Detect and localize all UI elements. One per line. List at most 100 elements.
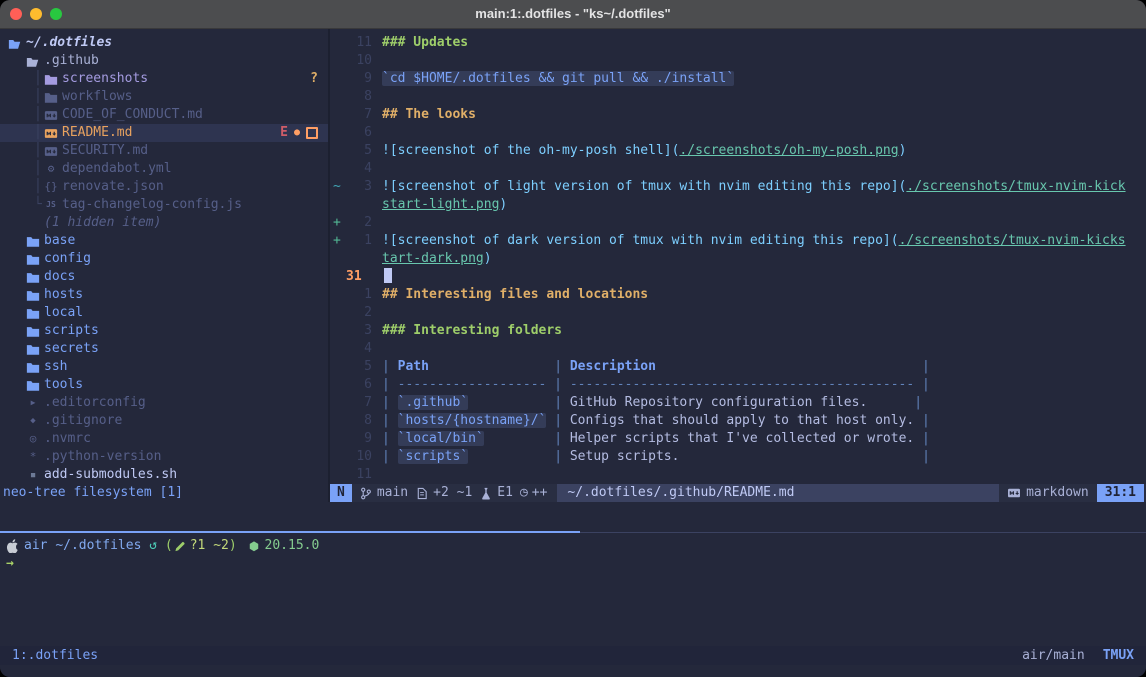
node-version: 20.15.0 [265,537,320,555]
folder-icon [26,271,40,284]
neo-tree-panel[interactable]: ~/.dotfiles .github │screenshots? │workf… [0,29,328,502]
editor-line[interactable]: ~3![screenshot of light version of tmux … [330,178,1146,196]
tree-item-tag-changelog[interactable]: └JStag-changelog-config.js [0,196,328,214]
nvim-statusline: N main +2 ~1 E1 ◷++ ~/.dotfiles/.github/… [330,484,1146,502]
editor-buffer[interactable]: 11### Updates 10 9`cd $HOME/.dotfiles &&… [330,29,1146,502]
tree-item-hosts[interactable]: hosts [0,286,328,304]
folder-icon [26,343,40,356]
table-cell: Configs that should apply to that host o… [570,413,914,428]
tree-item-gitignore[interactable]: ◆.gitignore [0,412,328,430]
markdown-link: ./screenshots/oh-my-posh.png [679,143,898,158]
current-line-number: 31 [344,268,384,286]
editor-line[interactable]: 1## Interesting files and locations [330,286,1146,304]
diagnostic-count: E1 [497,484,513,502]
editor-line[interactable]: 10 [330,52,1146,70]
git-diff-stats: +2 ~1 [433,484,472,502]
json-braces-icon: {} [44,178,58,196]
tree-item-docs[interactable]: docs [0,268,328,286]
editor-line[interactable]: +2 [330,214,1146,232]
editor-line[interactable]: 7## The looks [330,106,1146,124]
editor-line-wrap[interactable]: tart-dark.png) [330,250,1146,268]
folder-icon [26,379,40,392]
editor-line[interactable]: 7| `.github` | GitHub Repository configu… [330,394,1146,412]
editor-line[interactable]: 4 [330,340,1146,358]
editor-line-wrap[interactable]: start-light.png) [330,196,1146,214]
tree-item-scripts[interactable]: scripts [0,322,328,340]
heading3-text: ### Interesting folders [382,323,562,338]
editor-line-current[interactable]: 31 [330,268,1146,286]
tmux-window-name[interactable]: 1:.dotfiles [0,647,98,665]
editor-line[interactable]: 3### Interesting folders [330,322,1146,340]
tree-item-secrets[interactable]: secrets [0,340,328,358]
heading3-text: ### Updates [382,35,468,50]
editor-line[interactable]: 8 [330,88,1146,106]
modified-dot-icon: ● [294,124,300,142]
pencil-icon [173,541,187,552]
tree-item-renovate[interactable]: │{}renovate.json [0,178,328,196]
tree-item-security[interactable]: │SECURITY.md [0,142,328,160]
shell-prompt: air ~/.dotfiles ↺ (?1 ~2) 20.15.0 [0,537,1146,555]
editor-line[interactable]: 2 [330,304,1146,322]
tree-item-readme[interactable]: │README.mdE● [0,124,328,142]
markdown-link: ./screenshots/tmux-nvim-kicks [899,233,1126,248]
editor-line[interactable]: 9`cd $HOME/.dotfiles && git pull && ./in… [330,70,1146,88]
tree-item-dependabot[interactable]: │⚙dependabot.yml [0,160,328,178]
git-status-counts: ?1 ~2 [190,537,229,555]
folder-icon [26,289,40,302]
tree-item-root[interactable]: ~/.dotfiles [0,34,328,52]
folder-icon [26,253,40,266]
tree-item-python-version[interactable]: *.python-version [0,448,328,466]
editor-line[interactable]: 5![screenshot of the oh-my-posh shell](.… [330,142,1146,160]
pane-border-active[interactable] [0,531,580,533]
pane-border-inactive[interactable] [580,532,1146,533]
markdown-file-icon [44,127,58,140]
editor-line[interactable]: 8| `hosts/{hostname}/` | Configs that sh… [330,412,1146,430]
editor-line[interactable]: 11 [330,466,1146,484]
tree-item-add-submodules[interactable]: ▪add-submodules.sh [0,466,328,484]
folder-open-icon [26,55,40,68]
git-diamond-icon: ◆ [26,412,40,430]
folder-icon [26,325,40,338]
tree-item-ssh[interactable]: ssh [0,358,328,376]
prompt-path: ~/.dotfiles [55,537,141,555]
editor-line[interactable]: 11### Updates [330,34,1146,52]
markdown-link: tart-dark.png [382,251,484,266]
editor-line[interactable]: 9| `local/bin` | Helper scripts that I'v… [330,430,1146,448]
folder-icon [26,361,40,374]
tmux-session-name: air/main [1022,647,1085,665]
folder-open-icon [8,37,22,50]
tree-item-code-of-conduct[interactable]: │CODE_OF_CONDUCT.md [0,106,328,124]
markdown-file-icon [44,145,58,158]
clock-icon: ◷ [520,484,528,502]
folder-icon [26,307,40,320]
python-star-icon: * [26,448,40,466]
editor-line[interactable]: 10| `scripts` | Setup scripts. | [330,448,1146,466]
editor-line[interactable]: 4 [330,160,1146,178]
statusline-extra: ++ [532,484,548,502]
shell-input-line[interactable]: → [0,555,1146,573]
filetype-label: markdown [1026,484,1089,502]
tree-item-screenshots[interactable]: │screenshots? [0,70,328,88]
editor-line[interactable]: 6 [330,124,1146,142]
git-untracked-badge: ? [310,70,318,88]
tree-item-workflows[interactable]: │workflows [0,88,328,106]
tree-item-nvmrc[interactable]: ◎.nvmrc [0,430,328,448]
editor-line[interactable]: 5| Path | Description | [330,358,1146,376]
tree-item-tools[interactable]: tools [0,376,328,394]
tree-item-config[interactable]: config [0,250,328,268]
inline-code-text: `hosts/{hostname}/` [398,413,547,428]
folder-icon [26,235,40,248]
tree-item-local[interactable]: local [0,304,328,322]
tree-item-base[interactable]: base [0,232,328,250]
tree-item-editorconfig[interactable]: ▶.editorconfig [0,394,328,412]
table-header-cell: Description [570,359,656,374]
table-cell: GitHub Repository configuration files. [570,395,867,410]
editor-line[interactable]: +1![screenshot of dark version of tmux w… [330,232,1146,250]
gitsign-change: ~ [330,178,344,196]
editor-line[interactable]: 6| ------------------- | ---------------… [330,376,1146,394]
unsaved-square-icon [306,127,318,139]
tree-item-github[interactable]: .github [0,52,328,70]
node-icon [247,541,261,552]
table-separator: | ------------------- | ----------------… [382,377,930,392]
shell-pane[interactable]: air ~/.dotfiles ↺ (?1 ~2) 20.15.0 → [0,537,1146,573]
